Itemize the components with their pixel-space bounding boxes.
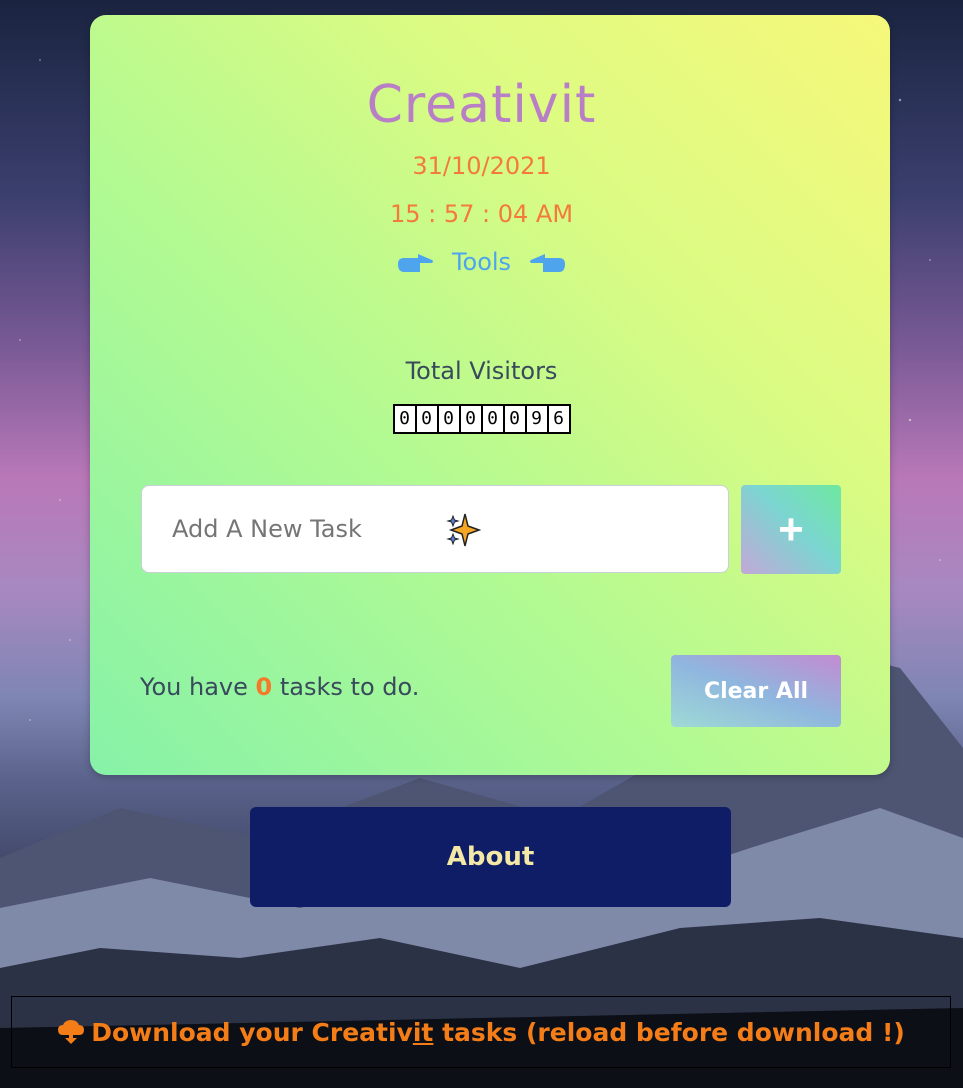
- download-text-prefix[interactable]: Download your Creativ: [91, 1018, 413, 1047]
- new-task-input[interactable]: [141, 485, 729, 573]
- download-text-underlined[interactable]: it: [413, 1018, 434, 1047]
- visitor-counter: 00000096: [0, 404, 963, 434]
- counter-digit: 0: [458, 404, 483, 434]
- tools-label[interactable]: Tools: [452, 248, 511, 276]
- counter-digit: 0: [436, 404, 461, 434]
- tools-link[interactable]: Tools: [0, 248, 963, 276]
- tasks-count-prefix: You have: [140, 673, 248, 701]
- counter-digit: 0: [480, 404, 505, 434]
- download-text-suffix[interactable]: tasks (reload before download !): [433, 1018, 905, 1047]
- tasks-count-suffix: tasks to do.: [279, 673, 420, 701]
- counter-digit: 6: [546, 404, 571, 434]
- pointing-right-hand-icon: [398, 254, 434, 272]
- counter-digit: 0: [392, 404, 417, 434]
- add-task-button[interactable]: +: [741, 485, 841, 574]
- pointing-left-hand-icon: [529, 254, 565, 272]
- app-title: Creativit: [366, 75, 597, 135]
- clear-all-button[interactable]: Clear All: [671, 655, 841, 727]
- current-date: 31/10/2021: [412, 152, 551, 180]
- counter-digit: 9: [524, 404, 549, 434]
- sparkle-icon: [446, 513, 481, 547]
- about-button[interactable]: About: [250, 807, 731, 907]
- tasks-count-number: 0: [255, 673, 273, 701]
- cloud-download-icon: [58, 1020, 85, 1044]
- tasks-count-text: You have 0 tasks to do.: [140, 673, 419, 701]
- counter-digit: 0: [502, 404, 527, 434]
- download-tasks-link[interactable]: Download your Creativ it tasks (reload be…: [11, 996, 951, 1068]
- counter-digit: 0: [414, 404, 439, 434]
- current-time: 15 : 57 : 04 AM: [389, 200, 574, 228]
- visitors-label: Total Visitors: [405, 357, 558, 385]
